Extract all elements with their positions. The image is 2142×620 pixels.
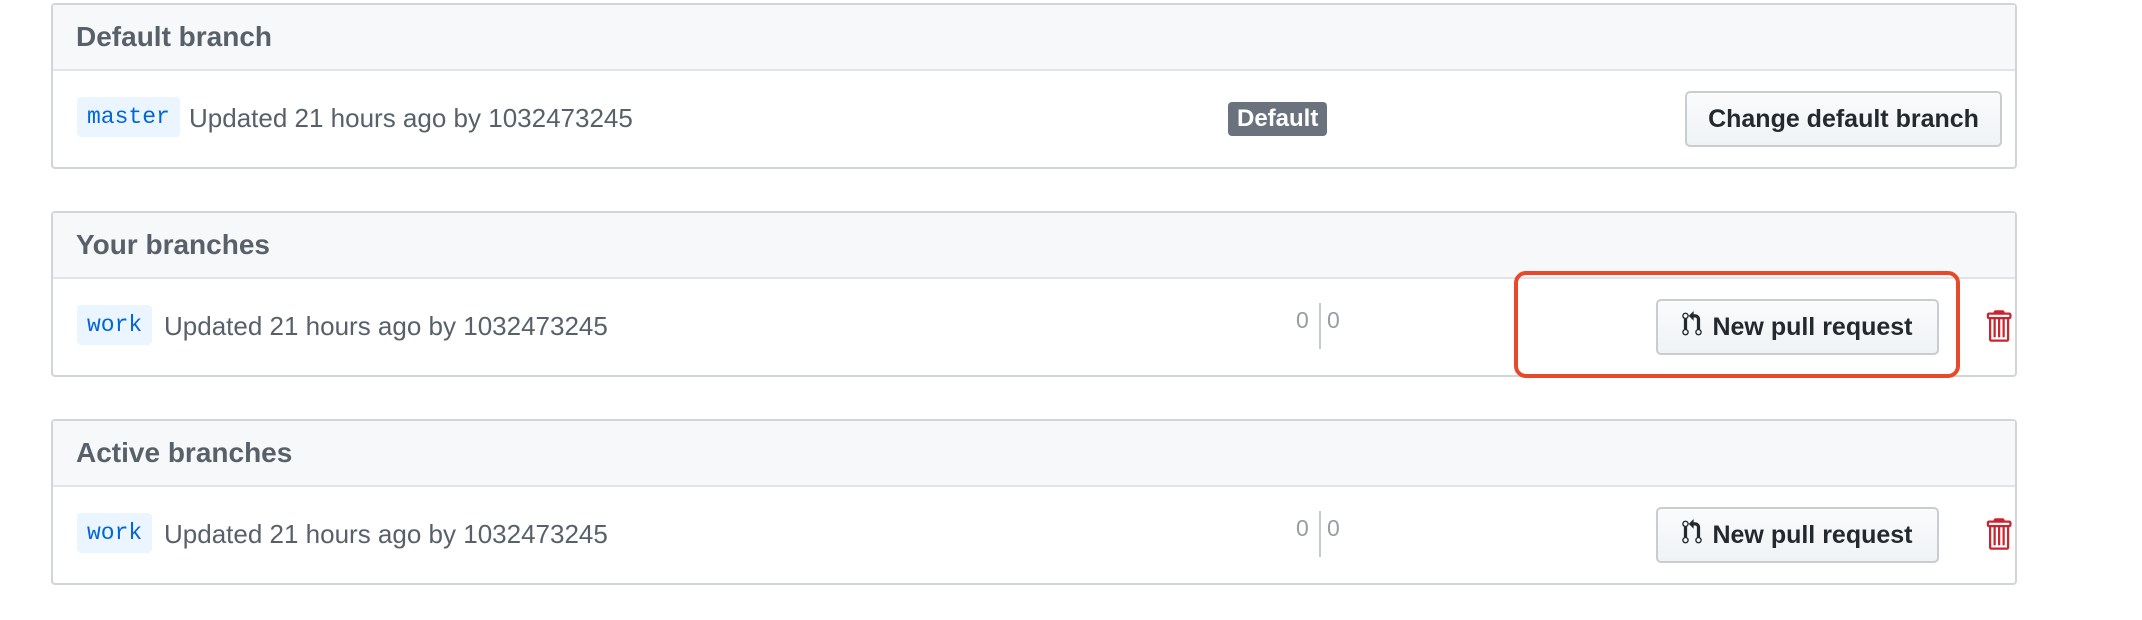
new-pull-request-label: New pull request — [1712, 520, 1913, 549]
ahead-behind-divider — [1319, 511, 1321, 557]
new-pull-request-label: New pull request — [1712, 312, 1913, 341]
author-link[interactable]: 1032473245 — [463, 519, 608, 549]
ahead-behind-divider — [1319, 303, 1321, 349]
branch-name-link[interactable]: work — [77, 513, 153, 553]
ahead-behind-count: 0 0 — [1290, 511, 1350, 561]
ahead-count: 0 — [1327, 307, 1340, 333]
branch-name-link[interactable]: master — [77, 97, 180, 137]
updated-text: Updated 21 hours ago by — [189, 103, 481, 133]
pull-request-icon — [1682, 310, 1703, 344]
ahead-count: 0 — [1327, 515, 1340, 541]
default-branch-row: master Updated 21 hours ago by 103247324… — [53, 71, 2015, 167]
default-branch-box: Default branch master Updated 21 hours a… — [51, 3, 2017, 169]
pull-request-icon — [1682, 518, 1703, 552]
author-link[interactable]: 1032473245 — [488, 103, 633, 133]
branch-row: work Updated 21 hours ago by 1032473245 … — [53, 279, 2015, 375]
default-branch-heading: Default branch — [53, 5, 2015, 71]
new-pull-request-button[interactable]: New pull request — [1656, 299, 1939, 355]
updated-text: Updated 21 hours ago by — [164, 519, 456, 549]
branch-row: work Updated 21 hours ago by 1032473245 … — [53, 487, 2015, 583]
default-badge: Default — [1228, 102, 1328, 136]
your-branches-heading: Your branches — [53, 213, 2015, 279]
updated-text: Updated 21 hours ago by — [164, 311, 456, 341]
trash-icon[interactable] — [1984, 308, 2012, 344]
active-branches-box: Active branches work Updated 21 hours ag… — [51, 419, 2017, 585]
updated-info: Updated 21 hours ago by 1032473245 — [164, 517, 608, 551]
your-branches-box: Your branches work Updated 21 hours ago … — [51, 211, 2017, 377]
trash-icon[interactable] — [1984, 516, 2012, 552]
behind-count: 0 — [1296, 307, 1309, 333]
updated-info: Updated 21 hours ago by 1032473245 — [164, 309, 608, 343]
new-pull-request-button[interactable]: New pull request — [1656, 507, 1939, 563]
branch-name-link[interactable]: work — [77, 305, 153, 345]
updated-info: Updated 21 hours ago by 1032473245 — [189, 101, 633, 135]
change-default-branch-button[interactable]: Change default branch — [1685, 91, 2002, 147]
author-link[interactable]: 1032473245 — [463, 311, 608, 341]
behind-count: 0 — [1296, 515, 1309, 541]
change-default-branch-label: Change default branch — [1708, 104, 1979, 133]
active-branches-heading: Active branches — [53, 421, 2015, 487]
ahead-behind-count: 0 0 — [1290, 303, 1350, 353]
